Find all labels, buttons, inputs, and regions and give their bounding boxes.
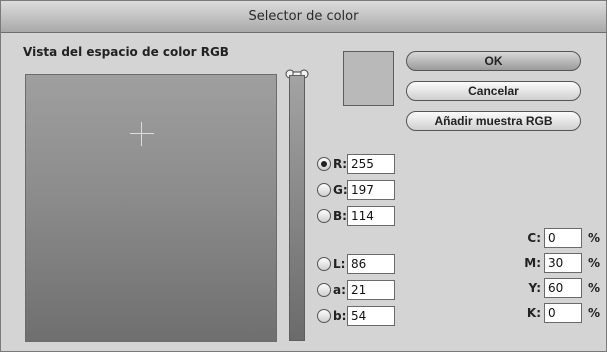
c-value-field[interactable] xyxy=(544,228,582,248)
picker-section-label: Vista del espacio de color RGB xyxy=(23,45,229,59)
radio-r[interactable] xyxy=(317,157,331,171)
m-value-field[interactable] xyxy=(544,253,582,273)
cancel-button[interactable]: Cancelar xyxy=(406,81,581,101)
radio-g[interactable] xyxy=(317,183,331,197)
color-preview-swatch xyxy=(343,51,394,106)
radio-l[interactable] xyxy=(317,257,331,271)
b-value-field[interactable] xyxy=(347,206,395,226)
cmyk-label-m: M: xyxy=(524,256,541,270)
field-label-r: R: xyxy=(333,157,348,171)
g-value-field[interactable] xyxy=(347,180,395,200)
field-label-g: G: xyxy=(333,183,348,197)
percent-unit: % xyxy=(588,256,601,270)
field-label-a: a: xyxy=(333,283,346,297)
field-label-l: L: xyxy=(333,257,346,271)
cmyk-row-y: Y: % xyxy=(521,277,600,299)
cmyk-label-y: Y: xyxy=(528,281,541,295)
cmyk-label-c: C: xyxy=(527,231,541,245)
window-title: Selector de color xyxy=(1,1,606,33)
color-field[interactable] xyxy=(25,74,277,342)
radio-b[interactable] xyxy=(317,209,331,223)
lab-row-b: b: xyxy=(317,305,395,327)
k-value-field[interactable] xyxy=(544,303,582,323)
r-value-field[interactable] xyxy=(347,154,395,174)
cmyk-row-m: M: % xyxy=(521,252,600,274)
radio-lab-b[interactable] xyxy=(317,309,331,323)
rgb-row-b: B: xyxy=(317,205,395,227)
l-value-field[interactable] xyxy=(347,254,395,274)
color-slider[interactable] xyxy=(289,75,305,341)
lab-b-value-field[interactable] xyxy=(347,306,395,326)
percent-unit: % xyxy=(588,281,601,295)
crosshair-cursor-icon[interactable] xyxy=(130,122,154,146)
add-swatch-button[interactable]: Añadir muestra RGB xyxy=(406,111,581,131)
rgb-row-g: G: xyxy=(317,179,395,201)
cmyk-label-k: K: xyxy=(526,306,541,320)
a-value-field[interactable] xyxy=(347,280,395,300)
field-label-b: B: xyxy=(333,209,347,223)
cmyk-row-k: K: % xyxy=(521,302,600,324)
ok-button[interactable]: OK xyxy=(406,51,581,71)
color-picker-dialog: Selector de color Vista del espacio de c… xyxy=(0,0,607,352)
percent-unit: % xyxy=(588,306,601,320)
y-value-field[interactable] xyxy=(544,278,582,298)
cmyk-row-c: C: % xyxy=(521,227,600,249)
lab-row-l: L: xyxy=(317,253,395,275)
field-label-lab-b: b: xyxy=(333,309,347,323)
lab-row-a: a: xyxy=(317,279,395,301)
rgb-row-r: R: xyxy=(317,153,395,175)
percent-unit: % xyxy=(588,231,601,245)
radio-a[interactable] xyxy=(317,283,331,297)
